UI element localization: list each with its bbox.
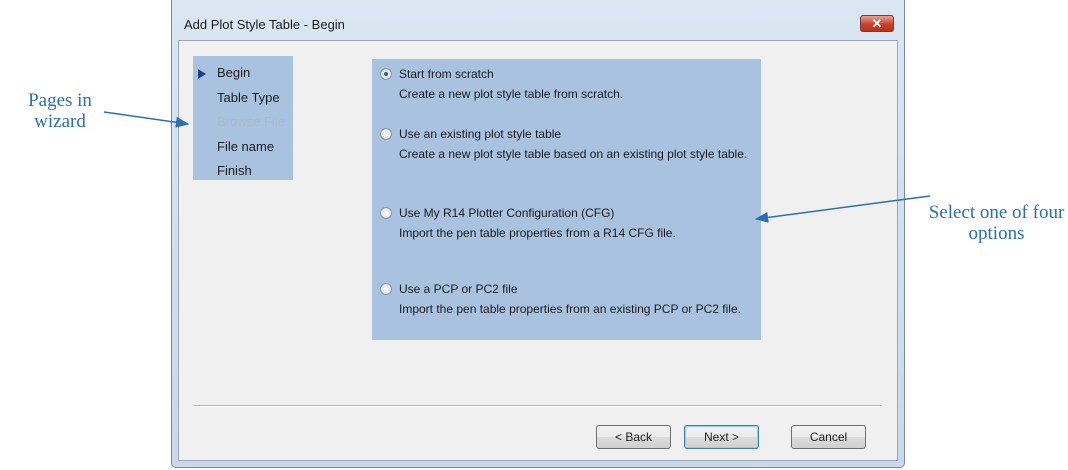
option-label: Use a PCP or PC2 file bbox=[399, 282, 518, 296]
step-browse-file: Browse File bbox=[217, 114, 285, 129]
add-plot-style-dialog: Add Plot Style Table - Begin ✕ Begin Tab… bbox=[171, 0, 905, 468]
step-finish: Finish bbox=[217, 163, 252, 178]
option-description: Create a new plot style table from scrat… bbox=[399, 87, 624, 101]
option-label: Start from scratch bbox=[399, 67, 494, 81]
back-button[interactable]: < Back bbox=[596, 425, 671, 449]
button-separator bbox=[194, 405, 882, 407]
next-button[interactable]: Next > bbox=[684, 425, 759, 449]
option-description: Import the pen table properties from an … bbox=[399, 302, 741, 316]
pages-in-wizard-callout: Pages in wizard bbox=[28, 90, 92, 132]
dialog-client-area: Begin Table Type Browse File File name F… bbox=[178, 40, 898, 461]
step-table-type: Table Type bbox=[217, 90, 280, 105]
select-option-callout: Select one of four options bbox=[928, 202, 1065, 244]
options-panel: Start from scratch Create a new plot sty… bbox=[372, 59, 761, 340]
option-description: Create a new plot style table based on a… bbox=[399, 147, 748, 161]
title-bar: Add Plot Style Table - Begin ✕ bbox=[172, 0, 904, 40]
close-button[interactable]: ✕ bbox=[860, 15, 894, 32]
option-description: Import the pen table properties from a R… bbox=[399, 226, 676, 240]
cancel-button[interactable]: Cancel bbox=[791, 425, 866, 449]
radio-use-r14-cfg[interactable] bbox=[380, 207, 392, 219]
option-label: Use My R14 Plotter Configuration (CFG) bbox=[399, 206, 615, 220]
step-begin: Begin bbox=[217, 65, 251, 80]
current-step-arrow-icon bbox=[198, 69, 206, 79]
wizard-steps-panel: Begin Table Type Browse File File name F… bbox=[193, 56, 293, 180]
radio-start-from-scratch[interactable] bbox=[380, 68, 392, 80]
radio-use-existing-table[interactable] bbox=[380, 128, 392, 140]
option-label: Use an existing plot style table bbox=[399, 127, 562, 141]
close-icon: ✕ bbox=[871, 16, 883, 31]
step-file-name: File name bbox=[217, 139, 275, 154]
window-title: Add Plot Style Table - Begin bbox=[184, 17, 345, 32]
radio-use-pcp-pc2[interactable] bbox=[380, 283, 392, 295]
